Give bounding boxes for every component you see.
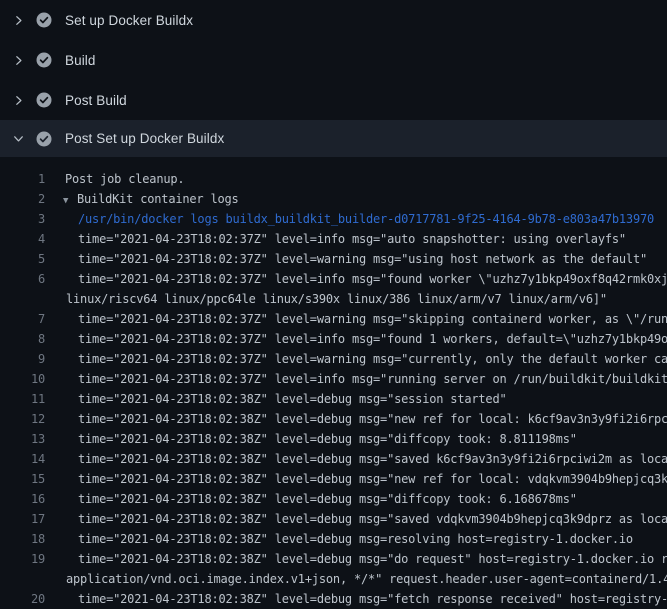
log-line: 13 time="2021-04-23T18:02:38Z" level=deb… [0, 429, 667, 449]
log-text: time="2021-04-23T18:02:37Z" level=warnin… [78, 309, 667, 329]
step-label: Post Set up Docker Buildx [65, 131, 224, 146]
line-number-link[interactable]: 7 [0, 309, 45, 329]
step-label: Post Build [65, 93, 127, 108]
line-number-link[interactable]: 9 [0, 349, 45, 369]
line-number-link[interactable]: 17 [0, 509, 45, 529]
log-viewer: 1 Post job cleanup. 2 ▼ BuildKit contain… [0, 169, 667, 609]
log-line: 20 time="2021-04-23T18:02:38Z" level=deb… [0, 589, 667, 609]
log-line: 5 time="2021-04-23T18:02:37Z" level=warn… [0, 249, 667, 269]
triangle-down-icon: ▼ [63, 191, 77, 209]
line-number-link[interactable]: 16 [0, 489, 45, 509]
log-text: time="2021-04-23T18:02:38Z" level=debug … [78, 429, 577, 449]
log-text: time="2021-04-23T18:02:37Z" level=warnin… [78, 349, 667, 369]
log-line: 8 time="2021-04-23T18:02:37Z" level=info… [0, 329, 667, 349]
chevron-right-icon [13, 15, 25, 26]
step-label: Build [65, 53, 96, 68]
line-number-link[interactable]: 13 [0, 429, 45, 449]
line-number-link[interactable]: 11 [0, 389, 45, 409]
log-text: time="2021-04-23T18:02:38Z" level=debug … [78, 449, 667, 469]
line-number-link[interactable]: 15 [0, 469, 45, 489]
check-circle-icon [36, 52, 52, 68]
log-line: 2 ▼ BuildKit container logs [0, 189, 667, 209]
line-number-link[interactable]: 19 [0, 549, 45, 569]
log-group-toggle[interactable]: ▼ BuildKit container logs [45, 189, 239, 209]
log-text: time="2021-04-23T18:02:38Z" level=debug … [78, 529, 633, 549]
log-line: 14 time="2021-04-23T18:02:38Z" level=deb… [0, 449, 667, 469]
log-line: 1 Post job cleanup. [0, 169, 667, 189]
log-line: 10 time="2021-04-23T18:02:37Z" level=inf… [0, 369, 667, 389]
line-number-link[interactable]: 12 [0, 409, 45, 429]
check-circle-icon [36, 12, 52, 28]
line-number-link[interactable]: 20 [0, 589, 45, 609]
log-text: time="2021-04-23T18:02:38Z" level=debug … [78, 589, 667, 609]
chevron-down-icon [13, 133, 25, 144]
line-number-link[interactable]: 1 [0, 169, 45, 189]
log-text: time="2021-04-23T18:02:38Z" level=debug … [78, 409, 667, 429]
line-number-link[interactable]: 3 [0, 209, 45, 229]
line-number-link[interactable]: 14 [0, 449, 45, 469]
log-line-wrapped: linux/riscv64 linux/ppc64le linux/s390x … [0, 289, 667, 309]
log-text: time="2021-04-23T18:02:38Z" level=debug … [78, 549, 667, 569]
command-text: /usr/bin/docker logs buildx_buildkit_bui… [78, 209, 654, 229]
log-text: linux/riscv64 linux/ppc64le linux/s390x … [66, 289, 607, 309]
line-number-link[interactable]: 18 [0, 529, 45, 549]
step-row-build[interactable]: Build [0, 40, 667, 80]
check-circle-icon [36, 92, 52, 108]
line-number-link[interactable]: 2 [0, 189, 45, 209]
log-line: 17 time="2021-04-23T18:02:38Z" level=deb… [0, 509, 667, 529]
log-line: 3 /usr/bin/docker logs buildx_buildkit_b… [0, 209, 667, 229]
log-line: 16 time="2021-04-23T18:02:38Z" level=deb… [0, 489, 667, 509]
log-text: time="2021-04-23T18:02:38Z" level=debug … [78, 469, 667, 489]
log-text: time="2021-04-23T18:02:37Z" level=info m… [78, 369, 667, 389]
log-line: 12 time="2021-04-23T18:02:38Z" level=deb… [0, 409, 667, 429]
log-line: 7 time="2021-04-23T18:02:37Z" level=warn… [0, 309, 667, 329]
log-line: 4 time="2021-04-23T18:02:37Z" level=info… [0, 229, 667, 249]
log-text: time="2021-04-23T18:02:38Z" level=debug … [78, 509, 667, 529]
line-number-link[interactable]: 6 [0, 269, 45, 289]
log-text: application/vnd.oci.image.index.v1+json,… [66, 569, 667, 589]
log-line: 15 time="2021-04-23T18:02:38Z" level=deb… [0, 469, 667, 489]
log-line: 6 time="2021-04-23T18:02:37Z" level=info… [0, 269, 667, 289]
line-number-link[interactable]: 5 [0, 249, 45, 269]
step-row-setup-docker-buildx[interactable]: Set up Docker Buildx [0, 0, 667, 40]
log-text: time="2021-04-23T18:02:37Z" level=info m… [78, 229, 626, 249]
log-group-label: BuildKit container logs [77, 189, 239, 209]
line-number-link[interactable]: 10 [0, 369, 45, 389]
log-text: time="2021-04-23T18:02:37Z" level=warnin… [78, 249, 647, 269]
chevron-right-icon [13, 55, 25, 66]
line-number-link[interactable]: 4 [0, 229, 45, 249]
chevron-right-icon [13, 95, 25, 106]
step-list: Set up Docker Buildx Build Post Build Po… [0, 0, 667, 157]
step-row-post-build[interactable]: Post Build [0, 80, 667, 120]
log-text: time="2021-04-23T18:02:37Z" level=info m… [78, 329, 667, 349]
step-label: Set up Docker Buildx [65, 13, 193, 28]
line-number-link[interactable]: 8 [0, 329, 45, 349]
log-text: time="2021-04-23T18:02:38Z" level=debug … [78, 489, 577, 509]
check-circle-icon [36, 131, 52, 147]
log-line-wrapped: application/vnd.oci.image.index.v1+json,… [0, 569, 667, 589]
step-row-post-setup-docker-buildx[interactable]: Post Set up Docker Buildx [0, 120, 667, 157]
log-line: 11 time="2021-04-23T18:02:38Z" level=deb… [0, 389, 667, 409]
log-line: 18 time="2021-04-23T18:02:38Z" level=deb… [0, 529, 667, 549]
log-text: time="2021-04-23T18:02:38Z" level=debug … [78, 389, 507, 409]
log-text: time="2021-04-23T18:02:37Z" level=info m… [78, 269, 667, 289]
log-line: 9 time="2021-04-23T18:02:37Z" level=warn… [0, 349, 667, 369]
log-line: 19 time="2021-04-23T18:02:38Z" level=deb… [0, 549, 667, 569]
log-text: Post job cleanup. [65, 169, 184, 189]
